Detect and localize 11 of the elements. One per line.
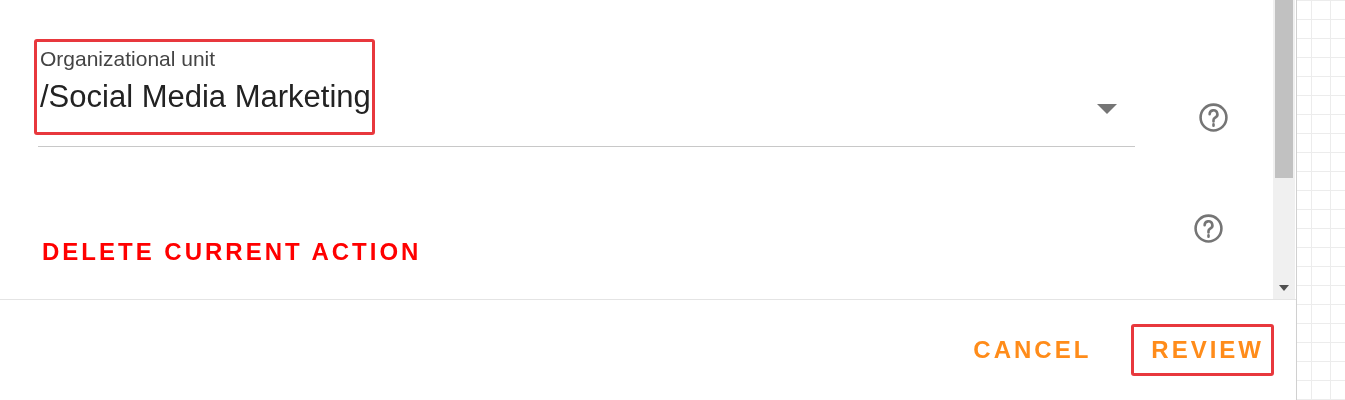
help-icon[interactable] — [1197, 102, 1229, 133]
field-value: /Social Media Marketing — [40, 79, 371, 115]
footer-button[interactable]: CANCEL — [953, 322, 1102, 378]
footer-button[interactable]: REVIEW — [1131, 322, 1274, 378]
scrollbar[interactable] — [1273, 0, 1295, 299]
select-field[interactable]: Organizational unit /Social Media Marketing — [38, 41, 1135, 147]
dropdown-caret-icon[interactable] — [1097, 104, 1117, 114]
field-label: Organizational unit — [40, 47, 217, 71]
help-icon[interactable] — [1192, 212, 1224, 244]
delete-action-button[interactable]: DELETE CURRENT ACTION — [42, 238, 422, 266]
scroll-down-arrow-icon[interactable] — [1279, 285, 1289, 291]
